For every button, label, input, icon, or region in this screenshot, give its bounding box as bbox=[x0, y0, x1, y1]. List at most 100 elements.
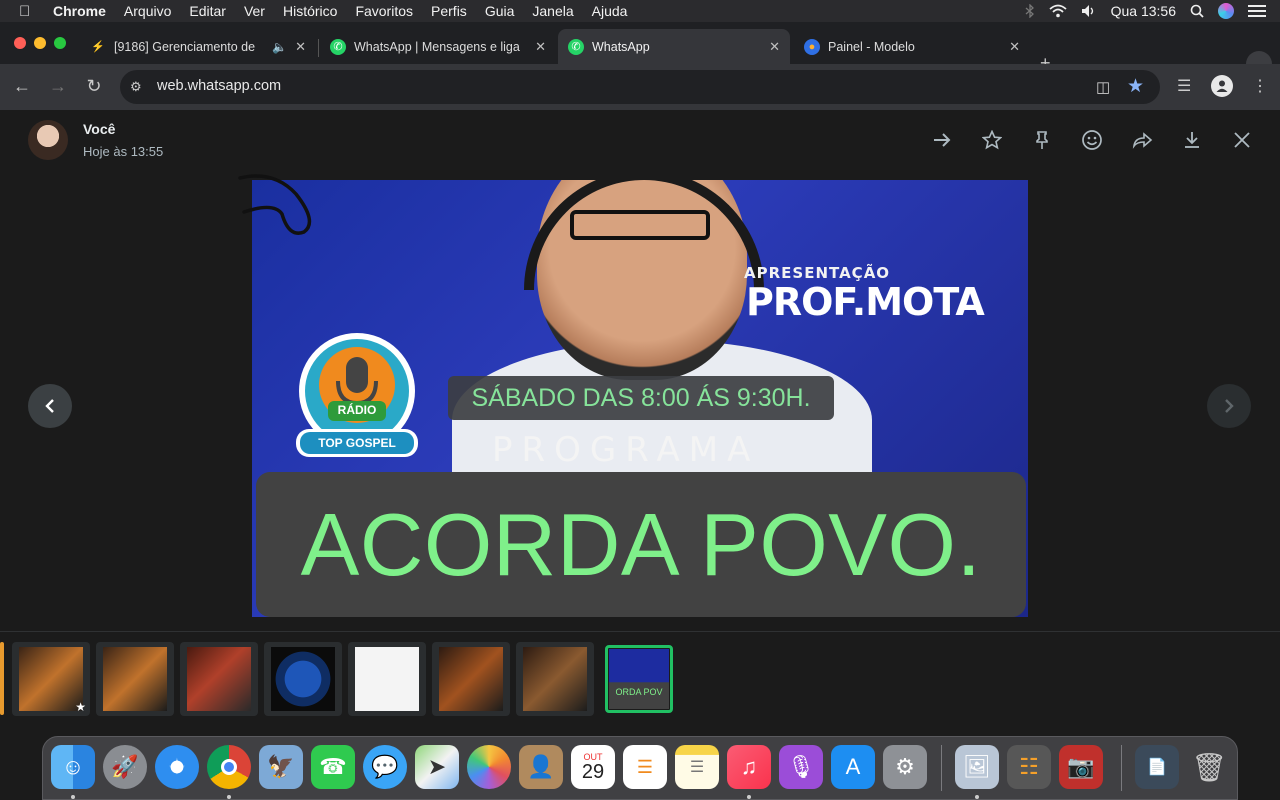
window-controls bbox=[14, 37, 66, 49]
media-thumbnail[interactable]: ★ bbox=[12, 642, 90, 716]
close-window-button[interactable] bbox=[14, 37, 26, 49]
site-settings-icon[interactable]: ⚙ bbox=[130, 79, 142, 95]
notes-icon[interactable]: ☰ bbox=[675, 745, 719, 789]
previous-media-button[interactable] bbox=[28, 384, 72, 428]
menu-guia[interactable]: Guia bbox=[485, 3, 515, 19]
media-controls-icon[interactable]: ☰ bbox=[1177, 76, 1191, 96]
menu-janela[interactable]: Janela bbox=[532, 3, 573, 19]
tab-title: Painel - Modelo bbox=[828, 39, 915, 54]
drawn-scribble-annotation bbox=[238, 174, 312, 235]
downloads-stack-icon[interactable]: 📄 bbox=[1135, 745, 1179, 789]
tab-close-icon[interactable]: ✕ bbox=[769, 39, 780, 55]
preview-eagle-icon[interactable]: 🦅 bbox=[259, 745, 303, 789]
volume-icon[interactable] bbox=[1081, 4, 1097, 18]
download-icon[interactable] bbox=[1180, 128, 1204, 152]
whatsapp-favicon-icon: ✆ bbox=[568, 38, 584, 55]
media-thumbnail[interactable] bbox=[516, 642, 594, 716]
media-thumbnail[interactable] bbox=[96, 642, 174, 716]
menu-arquivo[interactable]: Arquivo bbox=[124, 3, 171, 19]
next-media-button[interactable] bbox=[1207, 384, 1251, 428]
emoji-react-icon[interactable] bbox=[1080, 128, 1104, 152]
tab-gerenciamento[interactable]: ⚡ [9186] Gerenciamento de 🔈 ✕ bbox=[80, 29, 316, 64]
wifi-icon[interactable] bbox=[1049, 4, 1067, 18]
tab-close-icon[interactable]: ✕ bbox=[1009, 39, 1020, 55]
chrome-icon[interactable] bbox=[207, 745, 251, 789]
media-thumbnail-selected[interactable]: ORDA POV bbox=[605, 645, 673, 713]
calendar-day: 29 bbox=[581, 761, 605, 783]
menu-app-name[interactable]: Chrome bbox=[53, 3, 106, 19]
music-icon[interactable]: ♫ bbox=[727, 745, 771, 789]
menu-historico[interactable]: Histórico bbox=[283, 3, 337, 19]
safari-icon[interactable]: ✦ bbox=[155, 745, 199, 789]
menu-favoritos[interactable]: Favoritos bbox=[355, 3, 413, 19]
radio-top-gospel-logo: RÁDIO TOP GOSPEL bbox=[296, 333, 418, 461]
spotlight-search-icon[interactable] bbox=[1190, 4, 1204, 18]
tab-close-icon[interactable]: ✕ bbox=[295, 39, 306, 55]
tab-close-icon[interactable]: ✕ bbox=[535, 39, 546, 55]
apple-menu-icon[interactable]:  bbox=[19, 3, 39, 20]
pin-icon[interactable] bbox=[1030, 128, 1054, 152]
glasses-graphic bbox=[570, 210, 710, 240]
address-bar[interactable]: ⚙ web.whatsapp.com ◫ ★ bbox=[120, 70, 1160, 104]
menu-ajuda[interactable]: Ajuda bbox=[592, 3, 628, 19]
menu-editar[interactable]: Editar bbox=[189, 3, 226, 19]
media-thumbnail[interactable] bbox=[348, 642, 426, 716]
tab-title: WhatsApp bbox=[592, 39, 650, 54]
system-preferences-gear-icon[interactable]: ⚙ bbox=[883, 745, 927, 789]
ticket-favicon-icon: ⚡ bbox=[91, 41, 105, 53]
contacts-icon[interactable]: 👤 bbox=[519, 745, 563, 789]
minimize-window-button[interactable] bbox=[34, 37, 46, 49]
calculator-icon[interactable]: ☷ bbox=[1007, 745, 1051, 789]
forward-arrow-icon[interactable]: → bbox=[47, 76, 69, 97]
bluetooth-icon[interactable] bbox=[1025, 4, 1035, 18]
tab-title: WhatsApp | Mensagens e liga bbox=[354, 39, 520, 54]
control-center-icon[interactable] bbox=[1248, 4, 1266, 18]
launchpad-icon[interactable]: 🚀 bbox=[103, 745, 147, 789]
image-capture-icon[interactable]: 🖼 bbox=[955, 745, 999, 789]
finder-icon[interactable]: ☺ bbox=[51, 745, 95, 789]
photos-icon[interactable] bbox=[467, 745, 511, 789]
facetime-icon[interactable]: ☎ bbox=[311, 745, 355, 789]
calendar-icon[interactable]: OUT 29 bbox=[571, 745, 615, 789]
tab-whatsapp-web[interactable]: ✆ WhatsApp ✕ bbox=[558, 29, 790, 64]
chevron-right-icon bbox=[1225, 399, 1234, 413]
forward-message-icon[interactable] bbox=[1130, 128, 1154, 152]
running-indicator bbox=[975, 795, 979, 799]
close-viewer-icon[interactable] bbox=[1230, 128, 1254, 152]
reload-icon[interactable]: ↻ bbox=[83, 76, 105, 97]
image-presenter-name: PROF.MOTA bbox=[746, 280, 985, 324]
app-store-icon[interactable]: A bbox=[831, 745, 875, 789]
messages-icon[interactable]: 💬 bbox=[363, 745, 407, 789]
go-to-message-arrow-icon[interactable] bbox=[930, 128, 954, 152]
install-app-icon[interactable]: ◫ bbox=[1096, 78, 1110, 96]
media-thumbnail[interactable] bbox=[180, 642, 258, 716]
siri-icon[interactable] bbox=[1218, 3, 1234, 19]
chrome-menu-kebab-icon[interactable]: ⋮ bbox=[1252, 76, 1268, 96]
zoom-window-button[interactable] bbox=[54, 37, 66, 49]
trash-icon[interactable]: 🗑 bbox=[1187, 745, 1231, 789]
media-thumbnail[interactable] bbox=[432, 642, 510, 716]
logo-top-gospel-text: TOP GOSPEL bbox=[318, 436, 396, 450]
menu-ver[interactable]: Ver bbox=[244, 3, 265, 19]
photo-booth-icon[interactable]: 📷 bbox=[1059, 745, 1103, 789]
tab-whatsapp-site[interactable]: ✆ WhatsApp | Mensagens e liga ✕ bbox=[320, 29, 556, 64]
podcasts-icon[interactable]: 🎙 bbox=[779, 745, 823, 789]
menubar-clock[interactable]: Qua 13:56 bbox=[1111, 3, 1176, 19]
audio-playing-icon[interactable]: 🔈 bbox=[272, 40, 287, 54]
address-url[interactable]: web.whatsapp.com bbox=[157, 78, 281, 94]
bookmark-star-icon[interactable]: ★ bbox=[1127, 75, 1144, 98]
reminders-icon[interactable]: ☰ bbox=[623, 745, 667, 789]
media-image[interactable]: APRESENTAÇÃO PROF.MOTA RÁDIO TOP GOSPEL … bbox=[252, 180, 1028, 617]
media-thumbnail[interactable] bbox=[264, 642, 342, 716]
tab-painel-modelo[interactable]: ● Painel - Modelo ✕ bbox=[794, 29, 1030, 64]
painel-favicon-icon: ● bbox=[804, 38, 820, 55]
maps-icon[interactable]: ➤ bbox=[415, 745, 459, 789]
profile-avatar-icon[interactable] bbox=[1211, 75, 1233, 97]
back-arrow-icon[interactable]: ← bbox=[11, 76, 33, 97]
media-thumbnail-strip: ★ ORDA POV bbox=[0, 631, 1280, 724]
star-icon[interactable] bbox=[980, 128, 1004, 152]
sender-avatar[interactable] bbox=[28, 120, 68, 160]
media-viewer: Você Hoje às 13:55 APRESENTAÇÃO PROF.MOT… bbox=[0, 110, 1280, 736]
whatsapp-favicon-icon: ✆ bbox=[330, 38, 346, 55]
menu-perfis[interactable]: Perfis bbox=[431, 3, 467, 19]
